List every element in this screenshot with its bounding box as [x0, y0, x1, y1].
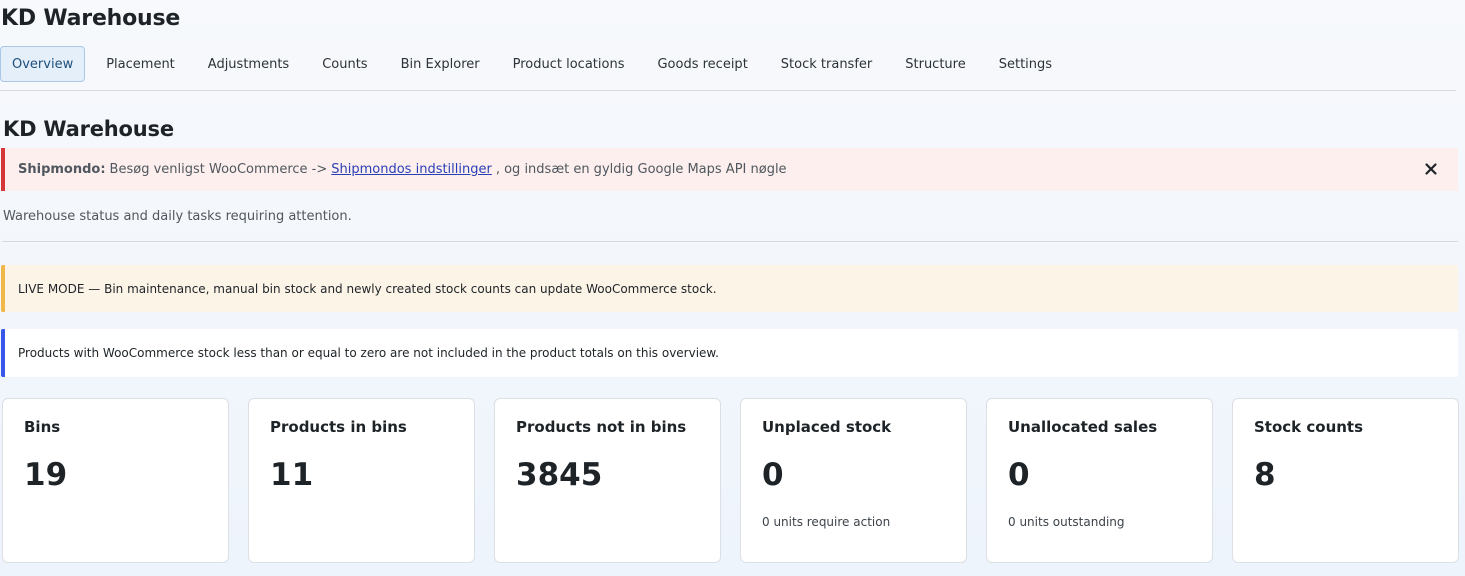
info-notice: Products with WooCommerce stock less tha… — [1, 329, 1458, 377]
tab-overview[interactable]: Overview — [0, 46, 86, 82]
card-bins: Bins 19 — [2, 398, 229, 563]
live-mode-text: LIVE MODE — Bin maintenance, manual bin … — [18, 281, 717, 296]
card-value: 8 — [1254, 457, 1276, 493]
tab-product-locations[interactable]: Product locations — [501, 46, 637, 82]
card-unallocated-sales: Unallocated sales 0 0 units outstanding — [986, 398, 1213, 563]
card-title: Bins — [24, 418, 61, 436]
notice-text-after: , og indsæt en gyldig Google Maps API nø… — [495, 162, 787, 177]
stats-cards: Bins 19 Products in bins 11 Products not… — [2, 398, 1459, 563]
tab-bin-explorer[interactable]: Bin Explorer — [389, 46, 492, 82]
card-title: Unplaced stock — [762, 418, 892, 436]
card-title: Products not in bins — [516, 418, 687, 436]
shipmondo-error-notice: Shipmondo: Besøg venligst WooCommerce ->… — [1, 148, 1458, 191]
tab-goods-receipt[interactable]: Goods receipt — [645, 46, 759, 82]
info-notice-text: Products with WooCommerce stock less tha… — [18, 346, 719, 360]
card-title: Stock counts — [1254, 418, 1364, 436]
card-value: 0 — [762, 457, 784, 493]
notice-label: Shipmondo: — [18, 162, 106, 177]
page-title: KD Warehouse — [3, 117, 174, 141]
card-value: 0 — [1008, 457, 1030, 493]
card-products-not-in-bins: Products not in bins 3845 — [494, 398, 721, 563]
app-title: KD Warehouse — [1, 6, 181, 31]
divider — [2, 241, 1458, 242]
card-title: Products in bins — [270, 418, 407, 436]
page-subtitle: Warehouse status and daily tasks requiri… — [3, 209, 352, 224]
card-note: 0 units require action — [762, 515, 891, 529]
tab-structure[interactable]: Structure — [893, 46, 977, 82]
card-title: Unallocated sales — [1008, 418, 1158, 436]
tab-settings[interactable]: Settings — [987, 46, 1064, 82]
tab-placement[interactable]: Placement — [94, 46, 187, 82]
card-unplaced-stock: Unplaced stock 0 0 units require action — [740, 398, 967, 563]
card-note: 0 units outstanding — [1008, 515, 1125, 529]
card-value: 3845 — [516, 457, 603, 493]
tab-adjustments[interactable]: Adjustments — [196, 46, 301, 82]
tab-stock-transfer[interactable]: Stock transfer — [769, 46, 884, 82]
tab-counts[interactable]: Counts — [310, 46, 379, 82]
card-stock-counts: Stock counts 8 — [1232, 398, 1459, 563]
notice-text-before: Besøg venligst WooCommerce -> — [109, 162, 328, 177]
shipmondo-settings-link[interactable]: Shipmondos indstillinger — [331, 162, 492, 177]
card-value: 19 — [24, 457, 68, 493]
tab-bar: Overview Placement Adjustments Counts Bi… — [0, 46, 1456, 91]
card-value: 11 — [270, 457, 314, 493]
close-icon[interactable] — [1422, 160, 1440, 178]
live-mode-notice: LIVE MODE — Bin maintenance, manual bin … — [1, 265, 1458, 312]
card-products-in-bins: Products in bins 11 — [248, 398, 475, 563]
